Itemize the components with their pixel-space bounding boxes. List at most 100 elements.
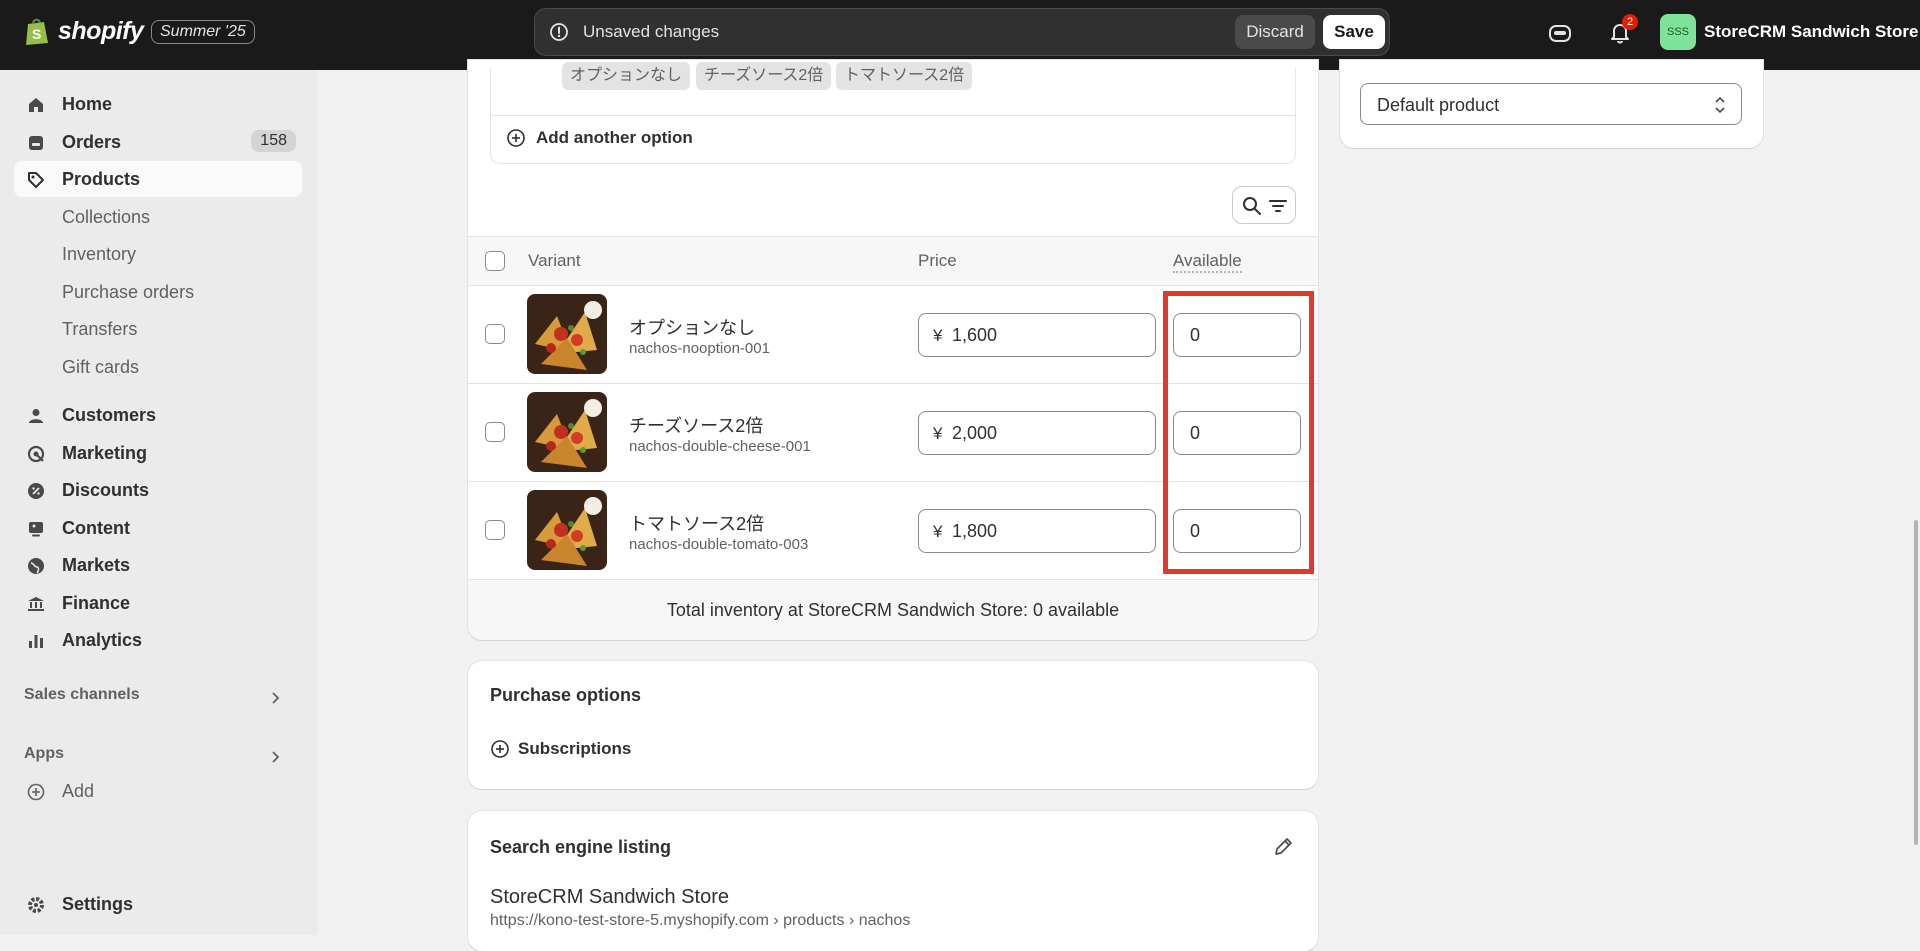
gear-icon [28,897,44,913]
sidebar-item-label: Finance [62,592,131,613]
row-checkbox[interactable] [485,324,505,344]
available-column-highlight [1163,291,1314,574]
sidebar-item-label: Settings [62,893,134,914]
search-filter-button[interactable] [1232,186,1296,224]
sidebar-item-label: Marketing [62,442,148,463]
sidebar-item-label: Gift cards [62,356,140,377]
search-engine-listing-title: Search engine listing [490,837,672,857]
unsaved-changes-bar: Unsaved changes Discard Save [534,8,1390,56]
store-avatar[interactable]: SSS [1660,14,1696,50]
discard-button[interactable]: Discard [1235,15,1315,49]
sidebar-item-markets[interactable]: Markets [14,547,302,583]
sidebar-item-inventory[interactable]: Inventory [14,236,302,272]
price-value[interactable]: 1,800 [952,521,997,542]
sidebar-item-transfers[interactable]: Transfers [14,311,302,347]
sidebar-item-home[interactable]: Home [14,86,302,122]
column-header-price[interactable]: Price [918,251,957,271]
variants-table-header: Variant Price Available [468,236,1318,286]
sidebar-item-collections[interactable]: Collections [14,199,302,235]
row-checkbox[interactable] [485,422,505,442]
discount-icon [28,483,44,499]
person-icon [29,409,43,423]
sidebar-item-customers[interactable]: Customers [14,397,302,433]
option-tag: トマトソース2倍 [836,62,973,90]
sidebar-item-orders[interactable]: Orders 158 [14,124,302,160]
sidebar-item-label: Content [62,517,130,538]
price-input[interactable]: ¥ 2,000 [918,411,1156,455]
variant-name[interactable]: チーズソース2倍 [629,412,763,438]
sidebar-item-label: Purchase orders [62,281,195,302]
variant-name[interactable]: トマトソース2倍 [629,510,764,536]
sidebar-item-label: Discounts [62,479,150,500]
add-another-option-button[interactable]: Add another option [506,128,693,148]
product-type-select[interactable]: Default product [1360,83,1742,125]
sidebar-item-analytics[interactable]: Analytics [14,622,302,658]
add-subscriptions-button[interactable]: Subscriptions [490,739,631,759]
variant-image[interactable] [527,490,607,570]
tag-icon [28,172,44,188]
price-value[interactable]: 2,000 [952,423,997,444]
target-icon [27,445,45,463]
sidebar-item-label: Customers [62,404,157,425]
sidebar-item-add-app[interactable]: Add [14,773,302,809]
sidebar-item-label: Markets [62,554,131,575]
bank-icon [28,597,44,611]
sidebar: Home Orders 158 Products Collections Inv… [0,70,318,935]
sidebar-item-label: Inventory [62,243,137,264]
price-value[interactable]: 1,600 [952,325,997,346]
variant-image[interactable] [527,294,607,374]
sidebar-item-label: Orders [62,131,122,152]
search-icon [1243,197,1261,215]
option-tag: オプションなし [562,62,691,90]
currency-symbol: ¥ [933,424,943,443]
divider [490,115,1296,116]
sidebar-item-gift-cards[interactable]: Gift cards [14,349,302,385]
row-checkbox[interactable] [485,520,505,540]
pencil-icon[interactable] [1272,836,1294,858]
currency-symbol: ¥ [933,522,943,541]
store-name[interactable]: StoreCRM Sandwich Store [1704,22,1918,42]
variant-image[interactable] [527,392,607,472]
sidebar-item-discounts[interactable]: Discounts [14,472,302,508]
variant-name[interactable]: オプションなし [629,314,755,340]
subscriptions-label: Subscriptions [518,739,632,758]
svg-text:S: S [32,26,41,42]
sidebar-item-products[interactable]: Products [14,161,302,197]
sidebar-item-label: Products [62,168,141,189]
variant-sku: nachos-double-cheese-001 [629,438,811,455]
add-another-option-label: Add another option [536,128,693,147]
sidekick-icon[interactable] [1547,20,1573,46]
chevron-up-down-icon [1715,96,1725,114]
sidebar-item-label: Add [62,780,95,801]
orders-count-badge: 158 [251,130,296,152]
price-input[interactable]: ¥ 1,800 [918,509,1156,553]
column-header-available[interactable]: Available [1173,251,1242,273]
column-header-variant[interactable]: Variant [528,251,581,271]
nachos-image-icon [527,490,607,570]
shopify-logo[interactable]: S shopify [24,16,144,46]
sidebar-item-purchase-orders[interactable]: Purchase orders [14,274,302,310]
edition-badge[interactable]: Summer '25 [151,20,255,44]
variant-sku: nachos-nooption-001 [629,340,770,357]
filter-icon [1269,200,1287,212]
unsaved-changes-text: Unsaved changes [583,22,720,41]
sidebar-item-content[interactable]: Content [14,510,302,546]
select-all-checkbox[interactable] [485,251,505,271]
chevron-right-icon[interactable] [268,691,282,705]
notification-badge: 2 [1622,14,1638,30]
scrollbar-thumb[interactable] [1914,520,1918,845]
save-button[interactable]: Save [1323,15,1385,49]
content-icon [29,522,43,537]
sidebar-item-label: Analytics [62,629,143,650]
sidebar-item-settings[interactable]: Settings [14,886,302,922]
orders-icon [29,136,43,150]
apps-section[interactable]: Apps [24,745,64,763]
price-input[interactable]: ¥ 1,600 [918,313,1156,357]
sidebar-item-marketing[interactable]: Marketing [14,435,302,471]
sales-channels-section[interactable]: Sales channels [24,686,140,704]
home-icon [29,98,43,112]
sidebar-item-finance[interactable]: Finance [14,585,302,621]
sidebar-item-label: Home [62,93,113,114]
logo-text: shopify [58,16,144,45]
chevron-right-icon[interactable] [268,750,282,764]
